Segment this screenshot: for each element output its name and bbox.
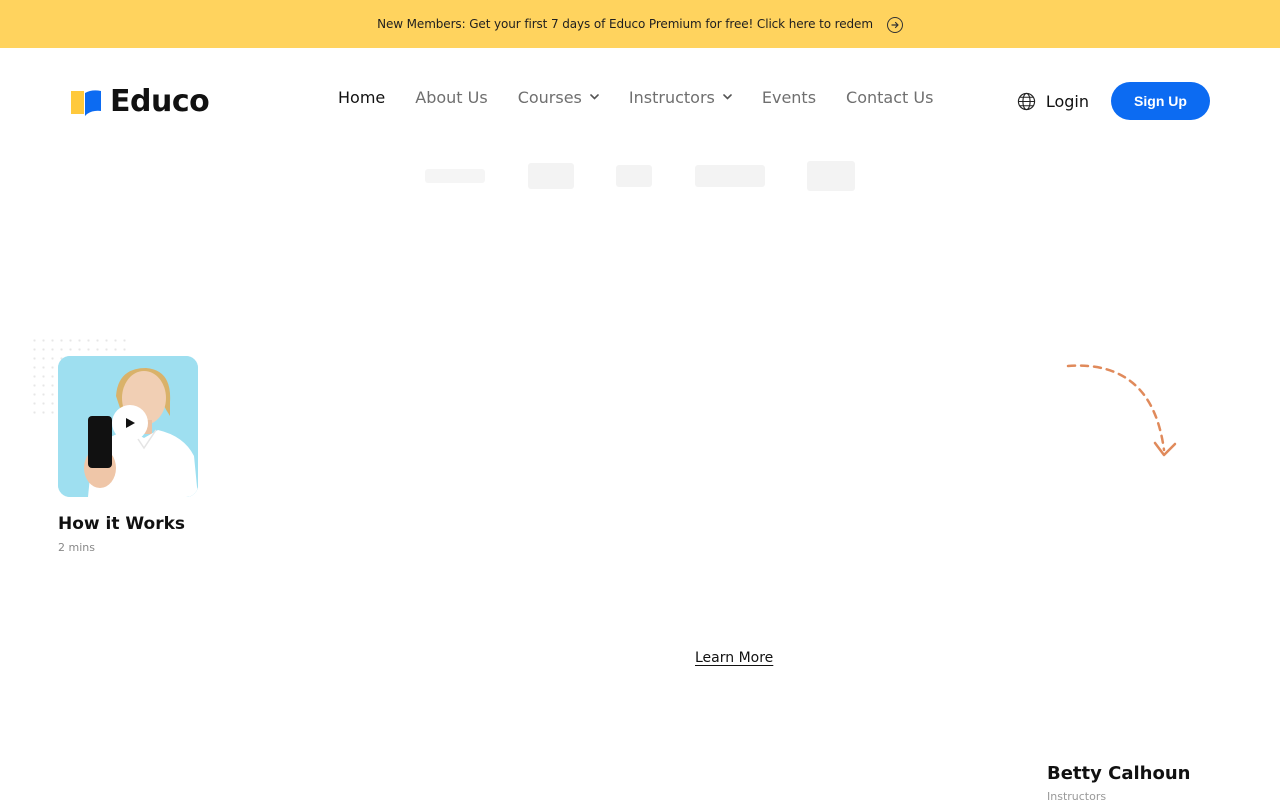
video-duration: 2 mins [58, 541, 95, 554]
site-logo[interactable]: Educo [70, 84, 210, 119]
nav-instructors-label: Instructors [628, 88, 715, 107]
nav-events[interactable]: Events [762, 88, 816, 107]
nav-about-us[interactable]: About Us [415, 88, 487, 107]
nav-events-label: Events [761, 88, 817, 107]
promo-banner[interactable]: New Members: Get your first 7 days of Ed… [0, 0, 1280, 48]
nav-contact-label: Contact Us [846, 88, 934, 107]
header-actions: Login Sign Up [1017, 82, 1210, 120]
play-icon [126, 418, 135, 428]
instructor-name: Betty Calhoun [1047, 763, 1191, 784]
partner-logo [425, 169, 485, 183]
main-nav: Home About Us Courses Instructors Events… [338, 88, 963, 107]
nav-about-label: About Us [415, 88, 488, 107]
curved-arrow-decoration [1066, 364, 1177, 457]
partner-logo [616, 165, 652, 187]
video-thumbnail[interactable] [58, 356, 198, 497]
partner-logos [425, 156, 855, 196]
chevron-down-icon [590, 92, 599, 103]
signup-button[interactable]: Sign Up [1111, 82, 1210, 120]
learn-more-link[interactable]: Learn More [695, 650, 773, 666]
chevron-down-icon [723, 92, 732, 103]
play-button[interactable] [112, 405, 148, 441]
book-logo-icon [71, 89, 101, 116]
nav-home-label: Home [338, 88, 386, 107]
partner-logo [694, 165, 765, 187]
globe-icon [1017, 92, 1035, 110]
arrow-right-circle-icon[interactable] [886, 17, 903, 33]
login-label: Login [1045, 91, 1089, 111]
nav-instructors[interactable]: Instructors [629, 88, 732, 107]
site-header: Educo Home About Us Courses Instructors … [0, 48, 1280, 154]
partner-logo [527, 163, 574, 189]
nav-contact-us[interactable]: Contact Us [846, 88, 933, 107]
instructor-role: Instructors [1047, 790, 1107, 800]
promo-text[interactable]: New Members: Get your first 7 days of Ed… [377, 17, 873, 31]
video-title[interactable]: How it Works [58, 514, 185, 534]
nav-home[interactable]: Home [338, 88, 385, 107]
nav-courses-label: Courses [517, 88, 582, 107]
logo-text: Educo [110, 84, 210, 119]
partner-logo [807, 161, 855, 191]
login-link[interactable]: Login [1017, 92, 1089, 111]
nav-courses[interactable]: Courses [518, 88, 599, 107]
